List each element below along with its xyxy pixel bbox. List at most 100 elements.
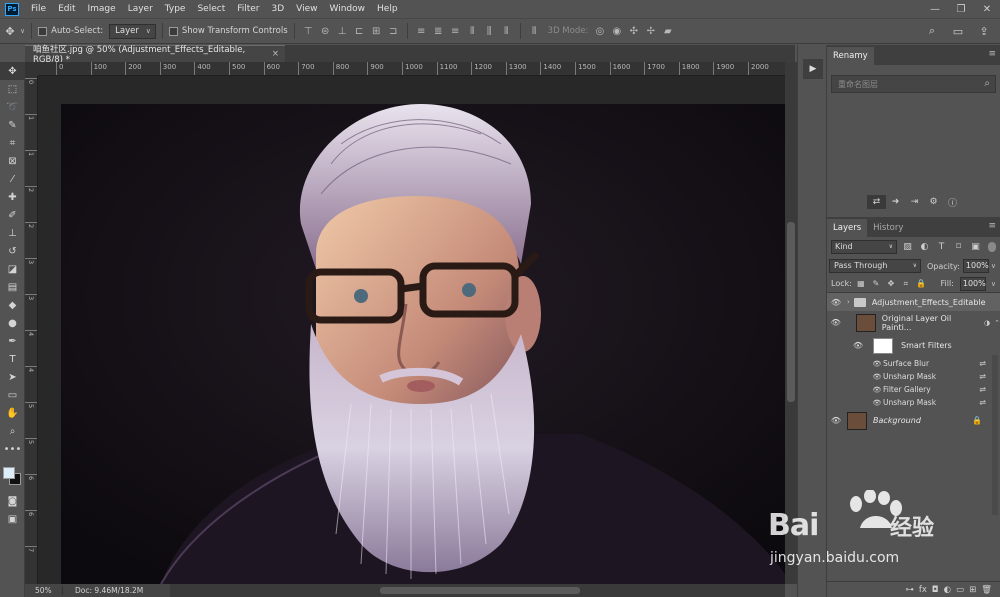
workspace-icon[interactable]: ▭ [948,21,968,41]
menu-select[interactable]: Select [191,0,231,18]
opacity-field[interactable]: 100% [962,259,989,273]
scrollbar-thumb[interactable] [380,587,580,594]
quick-select-tool-icon[interactable]: ✎ [0,116,25,134]
filter-options-icon[interactable]: ⇌ [979,359,986,368]
restore-icon[interactable]: ❐ [948,0,974,18]
new-layer-icon[interactable]: ⊞ [969,585,976,595]
expand-chevron-icon[interactable]: › [847,298,850,306]
share-icon[interactable]: ⇪ [974,21,994,41]
rename-icon[interactable]: ⇄ [867,195,886,209]
eraser-tool-icon[interactable]: ◪ [0,260,25,278]
dodge-tool-icon[interactable]: ● [0,314,25,332]
filter-effects-icon[interactable]: ◑ [984,319,990,327]
filter-row[interactable]: 👁 Surface Blur ⇌ [827,357,1000,370]
menu-window[interactable]: Window [324,0,372,18]
clone-stamp-tool-icon[interactable]: ⊥ [0,224,25,242]
eye-icon[interactable]: 👁 [871,373,883,381]
panel-menu-icon[interactable]: ≡ [988,49,996,59]
link-layers-icon[interactable]: ⊶ [905,585,914,595]
document-tab[interactable]: 咱鱼社区.jpg @ 50% (Adjustment_Effects_Edita… [25,45,285,65]
zoom-tool-icon[interactable]: ⌕ [0,422,25,440]
menu-type[interactable]: Type [159,0,192,18]
filter-options-icon[interactable]: ⇌ [979,385,986,394]
background-layer-row[interactable]: 👁 Background 🔒 [827,409,1000,432]
shape-tool-icon[interactable]: ▭ [0,386,25,404]
lasso-tool-icon[interactable]: ➰ [0,98,25,116]
search-icon[interactable]: ⌕ [984,78,990,89]
horizontal-ruler[interactable]: 0 100 200 300 400 500 600 700 800 900 1000 1100 1200… [38,62,785,76]
renamy-search-input[interactable]: 重命名图层 ⌕ [831,75,996,93]
more-tools-icon[interactable]: ••• [0,440,25,458]
filter-row[interactable]: 👁 Unsharp Mask ⇌ [827,396,1000,409]
eye-icon[interactable]: 👁 [871,360,883,368]
tab-layers[interactable]: Layers [827,219,868,237]
auto-select-dropdown[interactable]: Layer [109,23,156,39]
brush-tool-icon[interactable]: ✐ [0,206,25,224]
eye-icon[interactable]: 👁 [871,399,883,407]
3d-orbit-icon[interactable]: ◎ [592,24,607,39]
eye-icon[interactable]: 👁 [871,386,883,394]
menu-image[interactable]: Image [82,0,122,18]
canvas-horizontal-scrollbar[interactable] [170,584,785,597]
frame-tool-icon[interactable]: ⊠ [0,152,25,170]
fx-icon[interactable]: fx [919,585,927,595]
smart-object-layer-row[interactable]: 👁 Original Layer Oil Painti... ◑ ⌃ [827,311,1000,334]
hand-tool-icon[interactable]: ✋ [0,404,25,422]
distribute-vcenter-icon[interactable]: ≣ [431,24,446,39]
distribute-hcenter-icon[interactable]: ⫼ [482,24,497,39]
gradient-tool-icon[interactable]: ▤ [0,278,25,296]
scrollbar-thumb[interactable] [787,222,795,402]
marquee-tool-icon[interactable]: ⬚ [0,80,25,98]
eyedropper-tool-icon[interactable]: ⁄ [0,170,25,188]
lock-pixels-icon[interactable]: ✎ [870,278,882,290]
align-hcenter-icon[interactable]: ⊞ [369,24,384,39]
layer-group-row[interactable]: 👁 › Adjustment_Effects_Editable [827,293,1000,311]
move-tool-icon[interactable]: ✥ [0,62,25,80]
filter-pixel-icon[interactable]: ▨ [901,241,914,254]
menu-layer[interactable]: Layer [122,0,159,18]
filter-kind-select[interactable]: Kind [831,240,897,254]
zoom-level[interactable]: 50% [25,586,63,595]
export-icon[interactable]: ⇥ [905,195,924,209]
eye-icon[interactable]: 👁 [849,341,867,350]
search-icon[interactable]: ⌕ [922,21,942,41]
lock-position-icon[interactable]: ✥ [885,278,897,290]
move-tool-icon[interactable]: ✥ [0,21,20,41]
auto-select-checkbox[interactable] [38,26,48,36]
play-icon[interactable]: ▶ [803,59,823,79]
filter-smart-object-icon[interactable]: ▣ [969,241,982,254]
trash-icon[interactable]: 🗑 [981,585,992,595]
history-brush-tool-icon[interactable]: ↺ [0,242,25,260]
filter-row[interactable]: 👁 Filter Gallery ⇌ [827,383,1000,396]
filter-type-icon[interactable]: T [935,241,948,254]
filter-toggle[interactable] [988,242,996,252]
filter-row[interactable]: 👁 Unsharp Mask ⇌ [827,370,1000,383]
filter-options-icon[interactable]: ⇌ [979,372,986,381]
filter-options-icon[interactable]: ⇌ [979,398,986,407]
vertical-ruler[interactable]: 0 1 1 2 2 3 3 4 4 5 5 6 6 7 [25,76,38,584]
align-left-icon[interactable]: ⊏ [352,24,367,39]
tab-renamy[interactable]: Renamy [827,47,874,65]
menu-file[interactable]: File [25,0,52,18]
tool-preset-chevron-icon[interactable]: ∨ [20,27,25,35]
path-select-tool-icon[interactable]: ➤ [0,368,25,386]
adjustment-layer-icon[interactable]: ◐ [944,585,951,595]
panel-menu-icon[interactable]: ≡ [988,221,996,231]
menu-view[interactable]: View [290,0,323,18]
auto-align-icon[interactable]: ⫴ [527,24,542,39]
filter-shape-icon[interactable]: ⌑ [952,241,965,254]
crop-tool-icon[interactable]: ⌗ [0,134,25,152]
transform-controls-checkbox[interactable] [168,26,178,36]
distribute-right-icon[interactable]: ⦀ [499,24,514,39]
filter-adjustment-icon[interactable]: ◐ [918,241,931,254]
settings-icon[interactable]: ⚙ [924,195,943,209]
align-bottom-icon[interactable]: ⊥ [335,24,350,39]
blur-tool-icon[interactable]: ◆ [0,296,25,314]
blend-mode-select[interactable]: Pass Through [829,259,921,273]
screen-mode-icon[interactable]: ▣ [0,510,25,528]
close-tab-icon[interactable]: × [272,49,279,59]
lock-artboard-icon[interactable]: ⌗ [900,278,912,290]
foreground-color-swatch[interactable] [3,467,15,479]
collapse-chevron-icon[interactable]: ⌃ [994,319,1000,327]
lock-transparent-icon[interactable]: ▦ [855,278,867,290]
